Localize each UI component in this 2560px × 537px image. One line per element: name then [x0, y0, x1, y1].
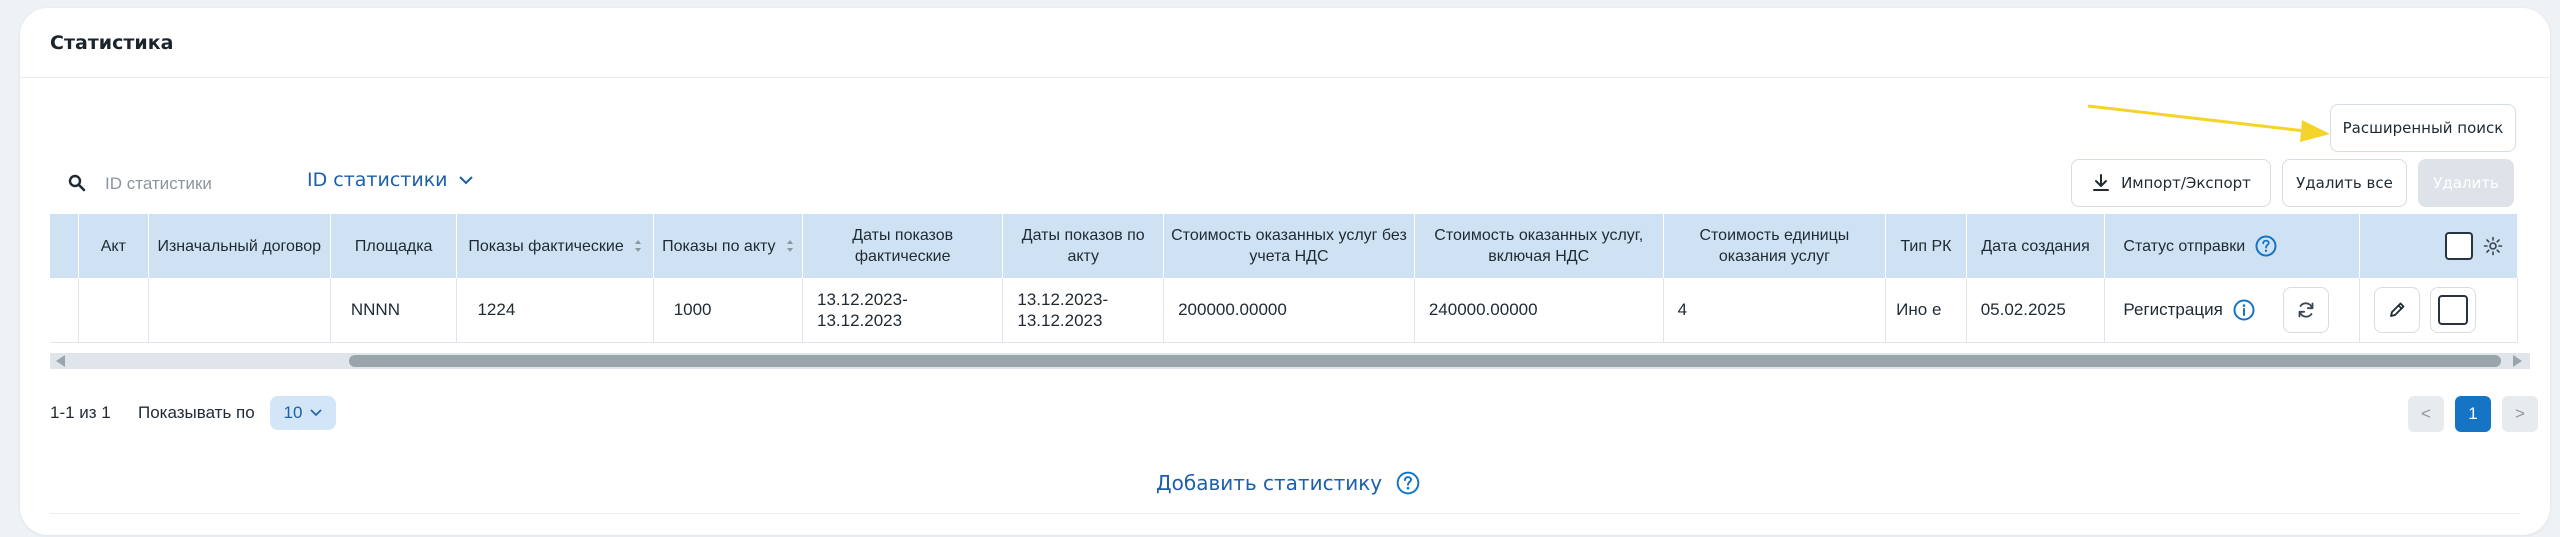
sort-icon[interactable]	[634, 239, 642, 253]
column-header-platform: Площадка	[330, 214, 458, 278]
cell-act	[78, 278, 149, 343]
next-page-button[interactable]: >	[2502, 396, 2538, 432]
import-export-button[interactable]: Импорт/Экспорт	[2071, 159, 2271, 207]
search-field-select[interactable]: ID статистики	[307, 169, 474, 191]
info-icon[interactable]	[2233, 299, 2255, 321]
cell-dates-actual: 13.12.2023-13.12.2023	[802, 278, 1004, 343]
cell-shows-act: 1000	[653, 278, 803, 343]
delete-all-button[interactable]: Удалить все	[2282, 159, 2407, 207]
select-all-checkbox[interactable]	[2445, 232, 2473, 260]
row-checkbox[interactable]	[2438, 294, 2469, 325]
cell-platform: NNNN	[330, 278, 458, 343]
send-status-label: Статус отправки	[2123, 237, 2246, 255]
refresh-button[interactable]	[2282, 286, 2329, 333]
page-title: Статистика	[50, 32, 174, 54]
cell-created: 05.02.2025	[1966, 278, 2106, 343]
shows-act-label: Показы по акту	[662, 237, 776, 255]
help-icon[interactable]	[1396, 471, 1420, 495]
column-header-contract: Изначальный договор	[148, 214, 331, 278]
add-statistics-link[interactable]: Добавить статистику	[1156, 471, 1420, 495]
sort-icon[interactable]	[786, 239, 794, 253]
panel-header: Статистика	[20, 8, 2550, 78]
per-page-label: Показывать по	[138, 403, 255, 422]
search-field-label: ID статистики	[307, 169, 448, 191]
cell-actions	[2359, 278, 2518, 343]
column-header-cost-vat: Стоимость оказанных услуг, включая НДС	[1414, 214, 1664, 278]
import-export-label: Импорт/Экспорт	[2121, 174, 2251, 192]
cell-unit-cost: 4	[1663, 278, 1887, 343]
column-header-send-status: Статус отправки	[2104, 214, 2361, 278]
column-header-unit-cost: Стоимость единицы оказания услуг	[1663, 214, 1887, 278]
statistics-panel: Статистика Расширенный поиск Импорт/Эксп…	[20, 8, 2550, 535]
per-page-select[interactable]: 10	[270, 396, 336, 430]
column-header-actions	[2359, 214, 2518, 278]
edit-button[interactable]	[2374, 286, 2421, 333]
gear-icon[interactable]	[2483, 236, 2503, 256]
advanced-search-label: Расширенный поиск	[2342, 119, 2504, 137]
cell-cost-no-vat: 200000.00000	[1163, 278, 1415, 343]
refresh-icon	[2298, 302, 2314, 318]
scroll-right-icon[interactable]	[2512, 355, 2522, 367]
delete-button[interactable]: Удалить	[2418, 159, 2514, 207]
column-header-dates-act: Даты показов по акту	[1002, 214, 1165, 278]
delete-all-label: Удалить все	[2296, 174, 2393, 192]
statistics-table: Акт Изначальный договор Площадка Показы …	[50, 214, 2518, 344]
add-statistics-label: Добавить статистику	[1156, 471, 1383, 495]
advanced-search-button[interactable]: Расширенный поиск	[2330, 104, 2516, 152]
row-checkbox-button[interactable]	[2430, 286, 2477, 333]
cell-cost-vat: 240000.00000	[1414, 278, 1664, 343]
chevron-down-icon	[310, 409, 323, 417]
prev-page-button[interactable]: <	[2408, 396, 2444, 432]
column-header-rk-type: Тип РК	[1885, 214, 1967, 278]
column-header-shows-act[interactable]: Показы по акту	[653, 214, 803, 278]
scroll-left-icon[interactable]	[56, 355, 66, 367]
search-icon	[68, 174, 86, 192]
column-header-shows-actual[interactable]: Показы фактические	[456, 214, 654, 278]
shows-actual-label: Показы фактические	[468, 237, 624, 255]
cell-dates-act: 13.12.2023-13.12.2023	[1002, 278, 1165, 343]
chevron-down-icon	[458, 176, 473, 185]
per-page-value: 10	[283, 403, 303, 422]
table-row[interactable]: NNNN 1224 1000 13.12.2023-13.12.2023 13.…	[50, 278, 2518, 343]
column-header-dates-actual: Даты показов фактические	[802, 214, 1004, 278]
horizontal-scrollbar[interactable]	[50, 353, 2530, 369]
table-header-row: Акт Изначальный договор Площадка Показы …	[50, 214, 2518, 278]
divider	[50, 513, 2520, 514]
download-icon	[2093, 174, 2110, 191]
help-icon[interactable]	[2255, 235, 2277, 257]
column-header-created: Дата создания	[1966, 214, 2106, 278]
cell-contract	[148, 278, 331, 343]
column-header-cost-no-vat: Стоимость оказанных услуг без учета НДС	[1163, 214, 1415, 278]
cell-shows-actual: 1224	[456, 278, 654, 343]
send-status-value: Регистрация	[2123, 300, 2223, 320]
delete-label: Удалить	[2433, 174, 2499, 192]
results-count: 1-1 из 1	[50, 403, 111, 422]
page-number-button[interactable]: 1	[2455, 396, 2491, 432]
search-input[interactable]	[105, 171, 285, 197]
column-header-act: Акт	[78, 214, 149, 278]
annotation-arrow	[2087, 104, 2330, 142]
scrollbar-thumb[interactable]	[349, 355, 2501, 367]
pencil-icon	[2390, 302, 2405, 317]
cell-send-status: Регистрация	[2104, 278, 2361, 343]
cell-rk-type: Ино е	[1885, 278, 1967, 343]
column-header-select	[50, 214, 79, 278]
row-select-cell	[50, 278, 79, 343]
